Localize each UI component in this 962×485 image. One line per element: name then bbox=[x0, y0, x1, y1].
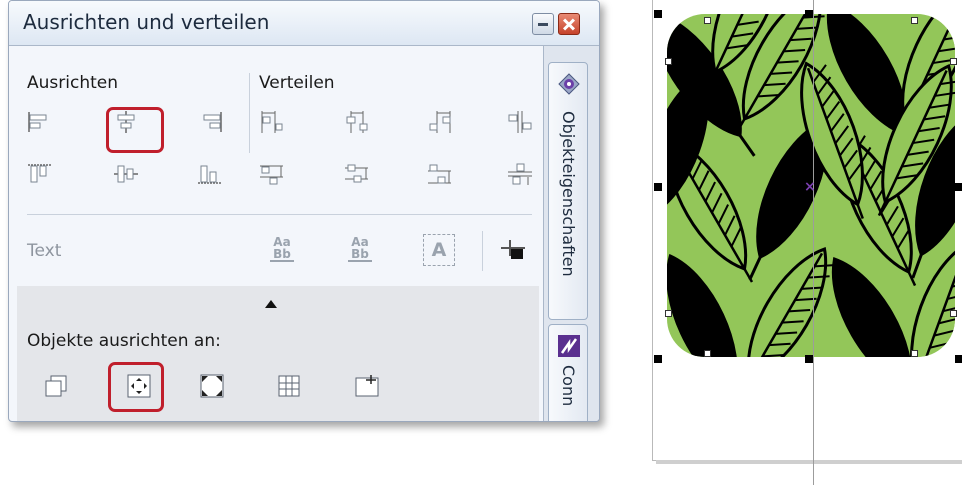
page-center-highlight bbox=[108, 362, 164, 412]
docker-titlebar: Ausrichten und verteilen bbox=[9, 1, 599, 46]
text-bounding-box-button[interactable]: A bbox=[423, 234, 455, 266]
align-left-icon bbox=[28, 112, 47, 132]
connect-icon bbox=[558, 335, 580, 357]
distribute-spacing-h-icon bbox=[508, 111, 532, 133]
distribute-center-v-icon bbox=[345, 164, 368, 183]
page-shadow bbox=[656, 460, 962, 464]
object-properties-icon bbox=[558, 73, 580, 95]
docker-title: Ausrichten und verteilen bbox=[23, 10, 270, 34]
minimize-button[interactable] bbox=[532, 13, 554, 35]
corner-node[interactable] bbox=[911, 17, 918, 24]
text-align-first-line-button[interactable]: Aa Bb bbox=[270, 236, 294, 262]
align-to-specified-point-button[interactable] bbox=[350, 370, 384, 402]
align-to-area: Objekte ausrichten an: bbox=[17, 286, 539, 421]
distribute-center-v-button[interactable] bbox=[340, 158, 374, 190]
corner-node[interactable] bbox=[704, 17, 711, 24]
text-bb-label-1: Bb bbox=[270, 248, 294, 262]
align-distribute-docker: Ausrichten und verteilen Ausrichten Vert… bbox=[8, 0, 600, 422]
align-right-button[interactable] bbox=[193, 106, 227, 138]
corner-node[interactable] bbox=[704, 350, 711, 357]
align-center-vertical-icon bbox=[114, 165, 138, 183]
text-divider bbox=[482, 231, 483, 271]
distribute-right-icon bbox=[429, 111, 451, 133]
tab-connect[interactable]: Conn bbox=[548, 324, 588, 421]
align-center-vertical-button[interactable] bbox=[109, 158, 143, 190]
distribute-center-h-icon bbox=[346, 111, 368, 133]
corner-node[interactable] bbox=[950, 58, 957, 65]
distribute-section-label: Verteilen bbox=[259, 73, 335, 93]
text-a-glyph: A bbox=[431, 239, 447, 261]
active-objects-icon bbox=[45, 375, 67, 397]
align-bottom-button[interactable] bbox=[193, 158, 227, 190]
distribute-left-button[interactable] bbox=[255, 106, 289, 138]
specified-point-icon bbox=[355, 375, 379, 397]
align-center-highlight bbox=[106, 107, 164, 153]
collapse-arrow-icon[interactable] bbox=[265, 300, 277, 308]
distribute-spacing-v-button[interactable] bbox=[503, 158, 537, 190]
outline-anchor-icon bbox=[501, 240, 525, 259]
distribute-right-button[interactable] bbox=[423, 106, 457, 138]
selection-handle-br[interactable] bbox=[955, 355, 962, 363]
distribute-bottom-icon bbox=[428, 164, 451, 184]
tab-object-properties-label: Objekteigenschaften bbox=[559, 111, 578, 277]
close-button[interactable] bbox=[558, 13, 580, 35]
vertical-guideline[interactable] bbox=[813, 0, 814, 485]
tab-object-properties[interactable]: Objekteigenschaften bbox=[548, 62, 588, 320]
docker-tabs: Objekteigenschaften Conn bbox=[543, 46, 599, 421]
align-left-button[interactable] bbox=[23, 106, 57, 138]
docker-content: Ausrichten Verteilen Text Aa Bb Aa Bb A … bbox=[9, 46, 541, 421]
tab-connect-label: Conn bbox=[559, 365, 578, 407]
selection-handle-ml[interactable] bbox=[654, 183, 662, 191]
distribute-top-icon bbox=[260, 165, 283, 185]
align-top-button[interactable] bbox=[23, 158, 57, 190]
corner-node[interactable] bbox=[911, 350, 918, 357]
align-to-grid-button[interactable] bbox=[272, 370, 306, 402]
distribute-bottom-button[interactable] bbox=[423, 158, 457, 190]
corner-node[interactable] bbox=[665, 58, 672, 65]
align-to-active-objects-button[interactable] bbox=[39, 370, 73, 402]
selection-handle-mr[interactable] bbox=[955, 183, 962, 191]
distribute-top-button[interactable] bbox=[255, 158, 289, 190]
outline-anchor-button[interactable] bbox=[497, 236, 531, 268]
align-section-label: Ausrichten bbox=[27, 73, 118, 93]
distribute-spacing-v-icon bbox=[508, 163, 532, 185]
page-edge-icon bbox=[200, 374, 224, 398]
align-right-icon bbox=[203, 112, 222, 132]
text-section-label: Text bbox=[27, 241, 62, 261]
corner-node[interactable] bbox=[665, 310, 672, 317]
selection-handle-tl[interactable] bbox=[654, 10, 662, 18]
align-top-icon bbox=[28, 164, 51, 183]
text-align-last-line-button[interactable]: Aa Bb bbox=[348, 236, 372, 262]
selection-handle-bc[interactable] bbox=[805, 355, 813, 363]
align-bottom-icon bbox=[198, 165, 222, 184]
distribute-spacing-h-button[interactable] bbox=[503, 106, 537, 138]
text-bb-label-2: Bb bbox=[348, 248, 372, 262]
distribute-center-h-button[interactable] bbox=[340, 106, 374, 138]
selection-handle-bl[interactable] bbox=[654, 355, 662, 363]
align-to-label: Objekte ausrichten an: bbox=[27, 331, 221, 351]
section-divider bbox=[249, 73, 250, 153]
horizontal-divider bbox=[27, 214, 532, 215]
center-marker-icon: × bbox=[804, 179, 816, 195]
selection-handle-tc[interactable] bbox=[805, 10, 813, 18]
grid-icon bbox=[278, 375, 300, 397]
distribute-left-icon bbox=[261, 111, 283, 133]
leaf-shape bbox=[667, 253, 738, 357]
align-to-page-edge-button[interactable] bbox=[195, 370, 229, 402]
corner-node[interactable] bbox=[950, 310, 957, 317]
